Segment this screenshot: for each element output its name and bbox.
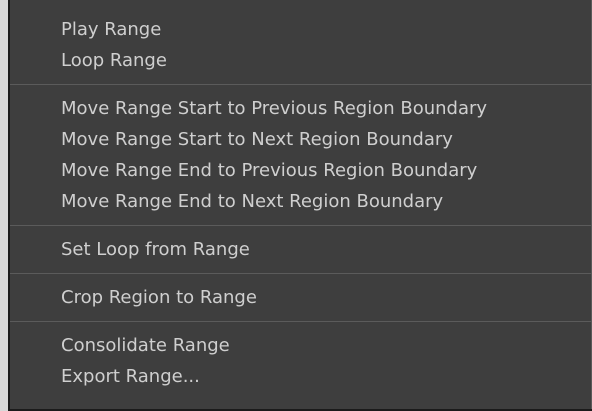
menu-group-loop: Set Loop from Range <box>10 234 592 265</box>
menu-item-move-end-prev[interactable]: Move Range End to Previous Region Bounda… <box>10 155 592 186</box>
screen: Play Range Loop Range Move Range Start t… <box>0 0 592 411</box>
menu-group-playback: Play Range Loop Range <box>10 14 592 76</box>
menu-item-set-loop-from-range[interactable]: Set Loop from Range <box>10 234 592 265</box>
menu-item-consolidate-range[interactable]: Consolidate Range <box>10 330 592 361</box>
menu-group-crop: Crop Region to Range <box>10 282 592 313</box>
menu-item-loop-range[interactable]: Loop Range <box>10 45 592 76</box>
context-menu: Play Range Loop Range Move Range Start t… <box>8 0 592 411</box>
menu-group-export: Consolidate Range Export Range... <box>10 330 592 392</box>
menu-separator <box>10 321 592 322</box>
menu-item-move-start-prev[interactable]: Move Range Start to Previous Region Boun… <box>10 93 592 124</box>
menu-group-move-range: Move Range Start to Previous Region Boun… <box>10 93 592 217</box>
menu-separator <box>10 84 592 85</box>
menu-separator <box>10 273 592 274</box>
menu-separator <box>10 225 592 226</box>
menu-item-crop-region[interactable]: Crop Region to Range <box>10 282 592 313</box>
menu-item-move-start-next[interactable]: Move Range Start to Next Region Boundary <box>10 124 592 155</box>
menu-item-export-range[interactable]: Export Range... <box>10 361 592 392</box>
menu-item-move-end-next[interactable]: Move Range End to Next Region Boundary <box>10 186 592 217</box>
menu-item-play-range[interactable]: Play Range <box>10 14 592 45</box>
